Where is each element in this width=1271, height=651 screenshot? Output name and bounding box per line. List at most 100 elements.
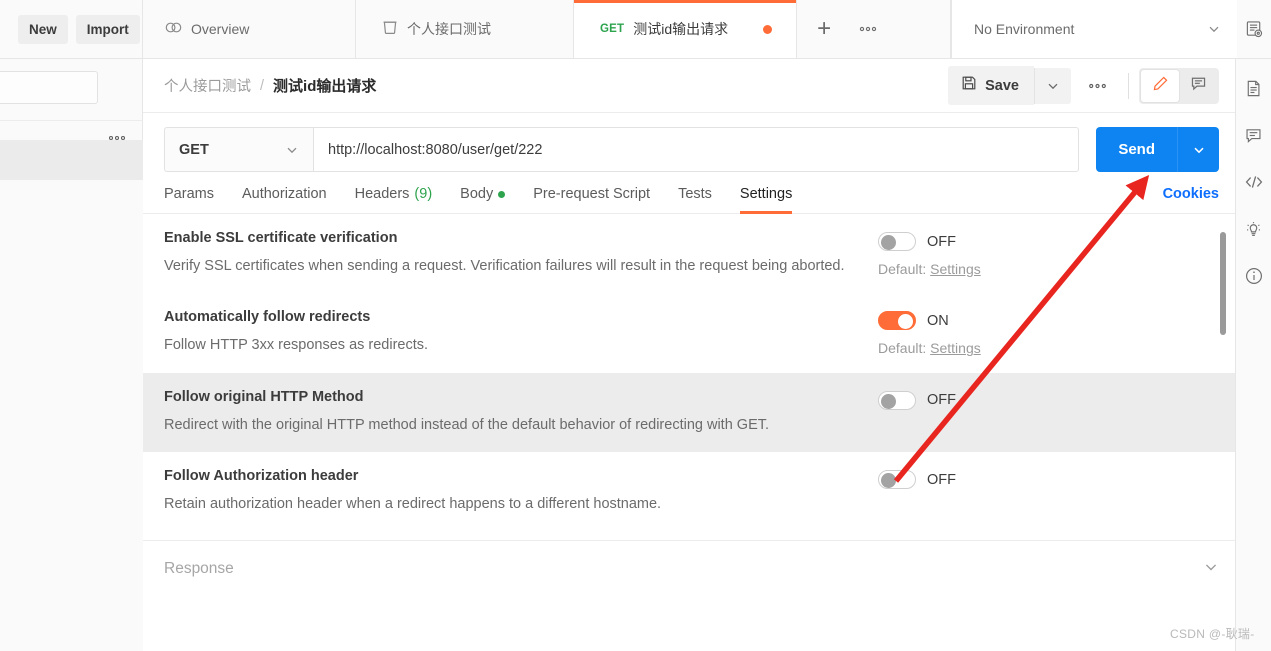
setting-default-line: Default: Settings: [878, 340, 981, 356]
tab-overview[interactable]: Overview: [143, 0, 356, 58]
setting-title: Enable SSL certificate verification: [164, 230, 398, 246]
setting-toggle-auth-header[interactable]: [878, 470, 916, 490]
add-tab-button[interactable]: +: [805, 0, 844, 58]
top-bar: New Import Overview 个人接口测试 GET 测试id输出请求 …: [0, 0, 1271, 59]
setting-toggle-state: OFF: [927, 471, 956, 488]
tab-method-label: GET: [600, 23, 625, 35]
info-icon[interactable]: [1243, 265, 1265, 287]
method-selector[interactable]: GET: [164, 127, 313, 172]
tab-headers-label: Headers: [354, 186, 410, 202]
chevron-down-icon: [1192, 143, 1206, 157]
url-bar: GET http://localhost:8080/user/get/222 S…: [143, 113, 1235, 172]
settings-bottom-divider: [143, 539, 1235, 541]
new-button[interactable]: New: [18, 14, 68, 44]
sidebar-search-row: [0, 70, 130, 104]
import-button[interactable]: Import: [75, 14, 140, 44]
environment-selector[interactable]: No Environment: [951, 0, 1237, 58]
tab-settings-label: Settings: [739, 186, 793, 202]
setting-row-ssl-verification: Enable SSL certificate verification Veri…: [143, 214, 1235, 293]
tab-settings[interactable]: Settings: [726, 186, 806, 214]
setting-control-original-method: OFF: [878, 389, 956, 410]
environment-quick-look-icon[interactable]: [1237, 0, 1271, 58]
tab-collection[interactable]: 个人接口测试: [356, 0, 574, 58]
save-label: Save: [985, 77, 1019, 94]
tab-body-label: Body: [460, 186, 494, 202]
tab-pre-request-script[interactable]: Pre-request Script: [519, 186, 664, 213]
request-tabs: Params Authorization Headers (9) Body Pr…: [143, 172, 1235, 214]
tab-request-active[interactable]: GET 测试id输出请求: [574, 0, 798, 58]
setting-title: Follow original HTTP Method: [164, 388, 364, 405]
right-rail: [1235, 59, 1271, 651]
headers-count-badge: (9): [414, 186, 433, 202]
setting-description: Retain authorization header when a redir…: [164, 496, 662, 513]
tab-pre-request-script-label: Pre-request Script: [533, 186, 651, 202]
tab-overview-label: Overview: [191, 21, 250, 37]
tab-collection-label: 个人接口测试: [407, 21, 491, 37]
tab-params[interactable]: Params: [164, 186, 228, 213]
setting-default-prefix: Default:: [878, 261, 927, 277]
setting-description: Verify SSL certificates when sending a r…: [164, 258, 845, 274]
tab-tests-label: Tests: [678, 186, 712, 202]
comment-icon: [1190, 75, 1207, 97]
save-options-button[interactable]: [1034, 67, 1071, 104]
breadcrumb-collection[interactable]: 个人接口测试: [164, 75, 251, 96]
documentation-icon[interactable]: [1243, 77, 1265, 99]
tab-more-button[interactable]: [849, 0, 888, 58]
url-value: http://localhost:8080/user/get/222: [328, 141, 543, 158]
header-divider: [1128, 72, 1129, 99]
setting-title: Automatically follow redirects: [164, 309, 371, 326]
setting-default-line: Default: Settings: [878, 261, 981, 277]
sidebar-selected-row[interactable]: [0, 140, 143, 180]
tab-strip-filler: [895, 0, 951, 58]
code-snippet-icon[interactable]: [1243, 171, 1265, 193]
setting-default-link[interactable]: Settings: [930, 340, 981, 356]
chevron-down-icon: [1207, 22, 1221, 36]
tab-body[interactable]: Body: [446, 186, 519, 213]
tab-authorization-label: Authorization: [241, 186, 327, 202]
request-header: 个人接口测试 / 测试id输出请求 Save: [143, 59, 1235, 113]
comment-mode-button[interactable]: [1179, 70, 1217, 102]
save-button[interactable]: Save: [948, 66, 1034, 105]
request-more-button[interactable]: [1071, 82, 1124, 90]
setting-toggle-ssl[interactable]: [878, 232, 916, 251]
setting-title: Follow Authorization header: [164, 468, 359, 485]
setting-default-prefix: Default:: [878, 340, 927, 357]
tab-authorization[interactable]: Authorization: [228, 186, 341, 213]
send-button[interactable]: Send: [1096, 127, 1177, 172]
comments-icon[interactable]: [1243, 124, 1265, 146]
settings-scrollbar-thumb[interactable]: [1220, 232, 1226, 335]
edit-mode-button[interactable]: [1141, 69, 1179, 102]
url-input[interactable]: http://localhost:8080/user/get/222: [313, 127, 1080, 172]
toggle-line: OFF: [878, 232, 981, 251]
setting-description: Redirect with the original HTTP method i…: [164, 416, 770, 433]
setting-text-auth-header: Follow Authorization header Retain autho…: [164, 468, 878, 515]
setting-toggle-state: OFF: [927, 233, 956, 250]
chevron-down-icon: [1046, 79, 1060, 93]
breadcrumb-request: 测试id输出请求: [273, 78, 377, 95]
send-options-button[interactable]: [1177, 127, 1219, 172]
tab-tests[interactable]: Tests: [664, 186, 726, 213]
request-header-actions: Save: [948, 66, 1219, 105]
body-present-dot-icon: [498, 190, 506, 198]
setting-row-follow-original-method: Follow original HTTP Method Redirect wit…: [143, 372, 1235, 453]
setting-row-follow-redirects: Automatically follow redirects Follow HT…: [143, 293, 1235, 372]
unsaved-indicator-dot: [763, 24, 773, 34]
floppy-disk-icon: [961, 75, 977, 96]
postman-overview-icon: [165, 19, 182, 39]
send-group: Send: [1096, 127, 1219, 172]
cookies-link[interactable]: Cookies: [1163, 186, 1219, 213]
setting-toggle-redirects[interactable]: [878, 311, 916, 331]
setting-toggle-original-method[interactable]: [878, 390, 916, 410]
tab-request-label: 测试id输出请求: [633, 21, 729, 37]
new-import-group: New Import: [0, 0, 143, 58]
chevron-down-icon[interactable]: [1203, 559, 1219, 580]
setting-toggle-state: OFF: [927, 392, 956, 409]
mock-lightbulb-icon[interactable]: [1243, 218, 1265, 240]
setting-default-link[interactable]: Settings: [930, 261, 981, 277]
sidebar-search-input[interactable]: [0, 70, 98, 104]
tab-headers[interactable]: Headers (9): [341, 186, 447, 213]
setting-control-ssl: OFF Default: Settings: [878, 230, 981, 277]
pencil-icon: [1152, 75, 1169, 97]
setting-row-follow-authorization-header: Follow Authorization header Retain autho…: [143, 452, 1235, 531]
response-section[interactable]: Response: [143, 541, 1235, 580]
